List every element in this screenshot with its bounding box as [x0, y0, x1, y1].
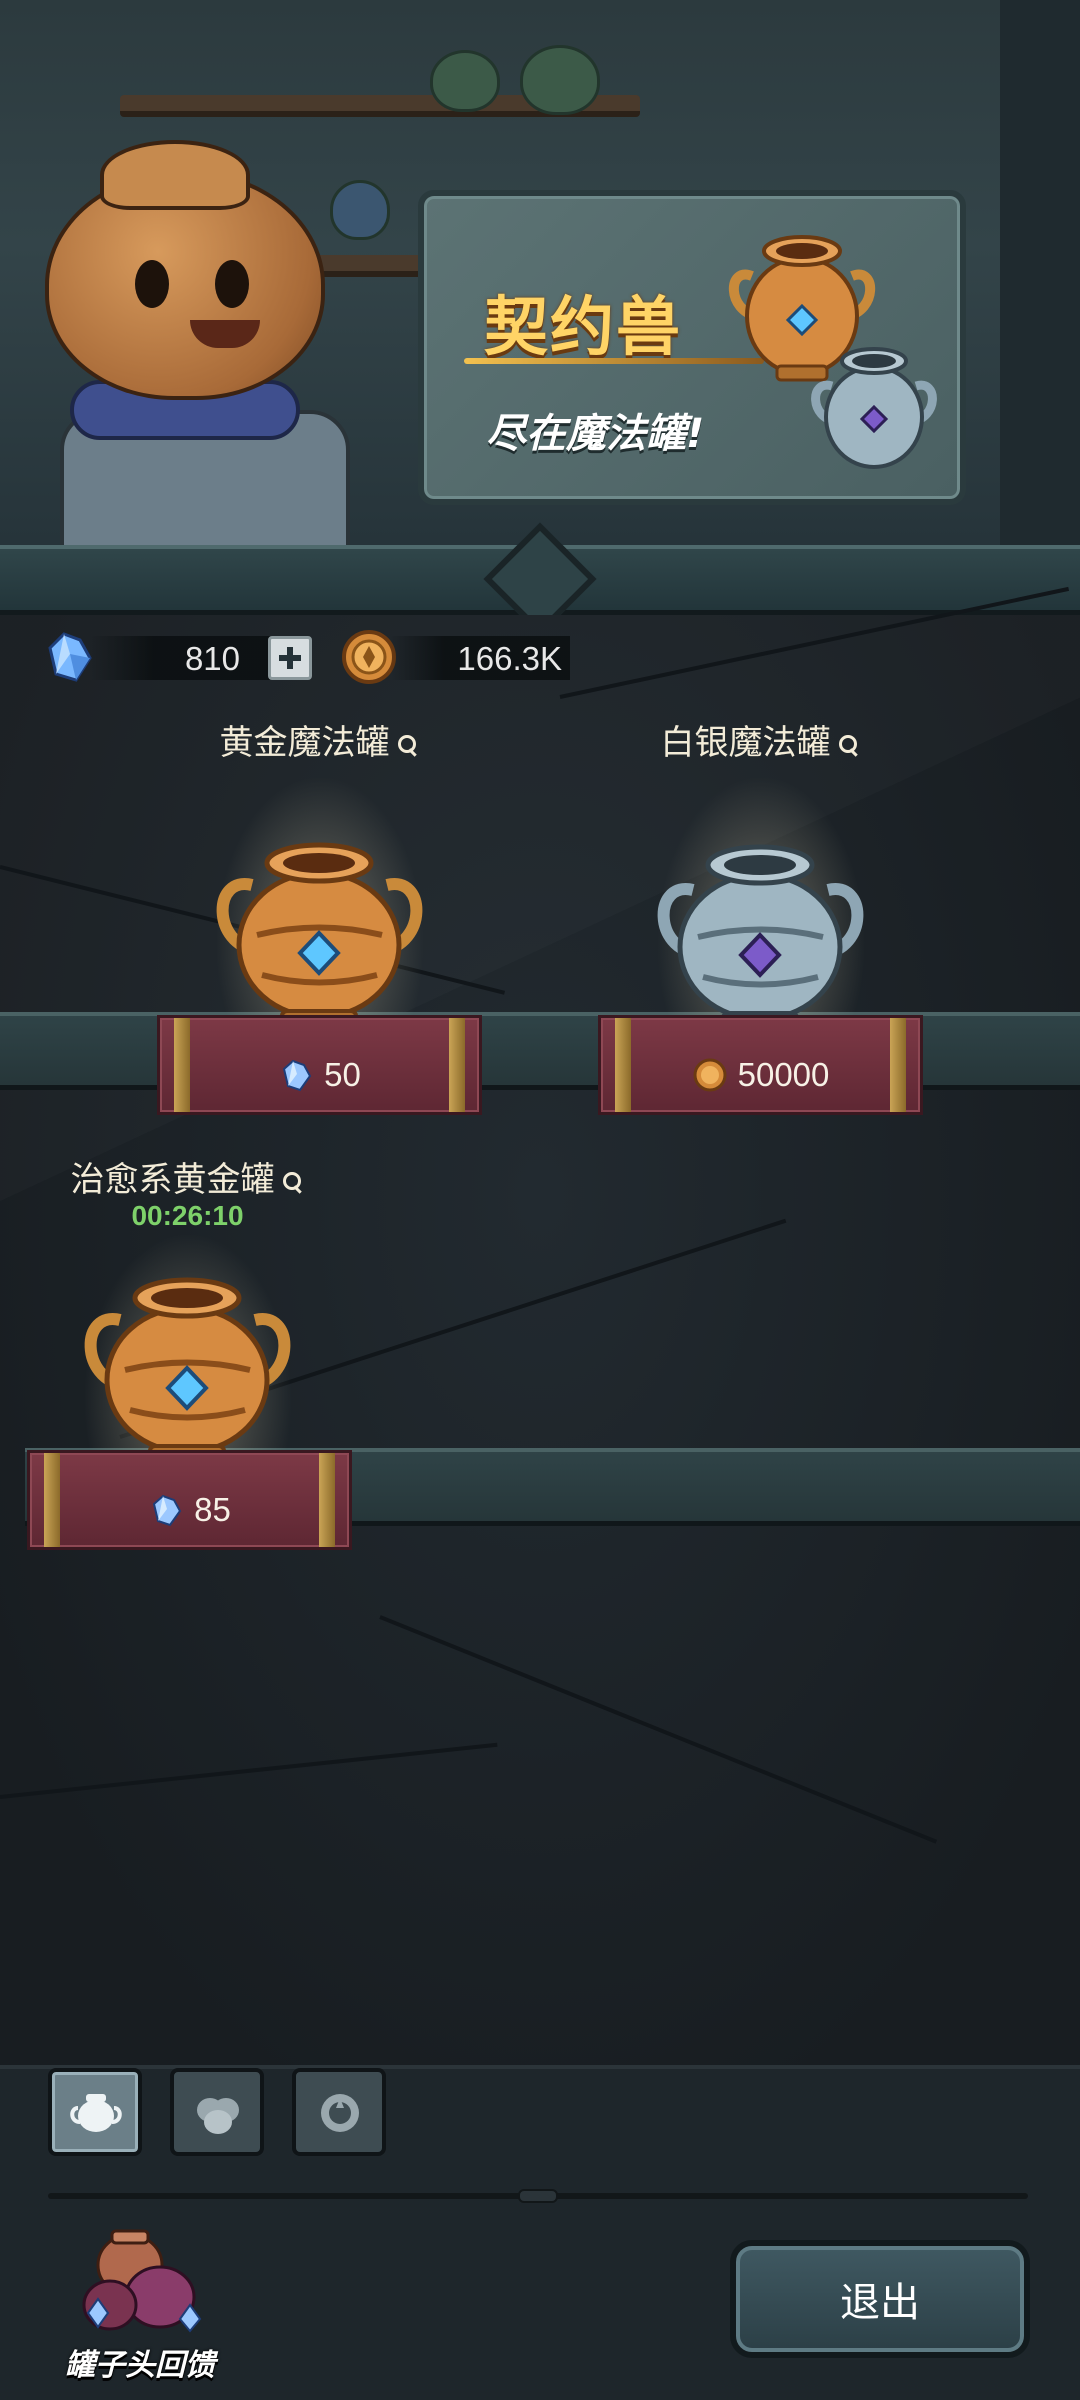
background-pot [520, 45, 600, 115]
mascot-eye [135, 260, 169, 308]
price-value: 50000 [737, 1056, 830, 1093]
feedback-label: 罐子头回馈 [65, 2348, 215, 2383]
gem-icon [153, 1494, 182, 1527]
price-row: 50000 [601, 1056, 920, 1094]
floor-crack [379, 1615, 938, 1844]
jar-card-silver[interactable]: 白银魔法罐 50000 [598, 715, 923, 1120]
add-gems-button[interactable] [268, 636, 312, 680]
search-icon[interactable] [281, 1170, 305, 1194]
jar-title: 白银魔法罐 [598, 715, 923, 764]
jar-feedback-button[interactable]: 罐子头回馈 [40, 2225, 240, 2385]
promo-subtitle: 尽在魔法罐! [486, 411, 705, 457]
coin-balance: 166.3K [340, 628, 570, 688]
silver-jar-icon [657, 844, 864, 1033]
jar-card-gold[interactable]: 黄金魔法罐 50 [157, 715, 482, 1120]
multi-jar-icon [197, 2098, 239, 2134]
mascot-eye [215, 260, 249, 308]
shopkeeper-mascot [40, 140, 370, 545]
mascot-cap [100, 140, 250, 210]
price-row: 50 [160, 1056, 479, 1094]
buy-button[interactable]: 85 [27, 1450, 352, 1550]
tab-emblem[interactable] [292, 2068, 386, 2156]
search-icon[interactable] [837, 733, 861, 757]
price-value: 50 [324, 1056, 361, 1093]
wall-pillar [1000, 0, 1080, 545]
gem-icon [283, 1059, 312, 1092]
buy-button[interactable]: 50 [157, 1015, 482, 1115]
gold-jar-icon [216, 842, 423, 1031]
background-pot [430, 50, 500, 112]
exit-button[interactable]: 退出 [730, 2240, 1030, 2358]
countdown-timer: 00:26:10 [131, 1200, 244, 1231]
emblem-icon [321, 2094, 359, 2132]
tab-multi-jar[interactable] [170, 2068, 264, 2156]
promo-board: 契约兽 尽在魔法罐! [418, 190, 966, 505]
divider-mark [518, 2189, 558, 2203]
jar-title: 治愈系黄金罐 [25, 1152, 350, 1201]
gold-jar-icon [84, 1277, 291, 1466]
jar-card-healing-gold[interactable]: 治愈系黄金罐 00:26:10 85 [25, 1152, 352, 1557]
price-row: 85 [30, 1491, 349, 1529]
jar-title: 黄金魔法罐 [157, 715, 482, 764]
promo-title: 契约兽 [484, 291, 682, 365]
tab-single-jar[interactable] [48, 2068, 142, 2156]
silver-jar-icon [811, 347, 937, 469]
buy-button[interactable]: 50000 [598, 1015, 923, 1115]
exit-label: 退出 [840, 2280, 920, 2326]
gem-balance: 810 [40, 628, 320, 688]
jar-bundle-icon [82, 2229, 202, 2333]
coin-value: 166.3K [457, 640, 562, 677]
shop-banner: 契约兽 尽在魔法罐! [0, 0, 1080, 545]
gem-value: 810 [184, 640, 240, 677]
jar-name: 白银魔法罐 [660, 723, 831, 763]
panel-divider [48, 2189, 1028, 2203]
jar-name: 治愈系黄金罐 [70, 1160, 275, 1200]
banner-beam [0, 522, 1080, 636]
jar-icon [70, 2094, 122, 2132]
jar-name: 黄金魔法罐 [219, 723, 390, 763]
exit-button-face: 退出 [736, 2246, 1024, 2352]
coin-icon [693, 1058, 727, 1092]
promo-underline [464, 358, 764, 364]
floor-crack [0, 1742, 498, 1799]
price-value: 85 [194, 1491, 231, 1528]
search-icon[interactable] [396, 733, 420, 757]
